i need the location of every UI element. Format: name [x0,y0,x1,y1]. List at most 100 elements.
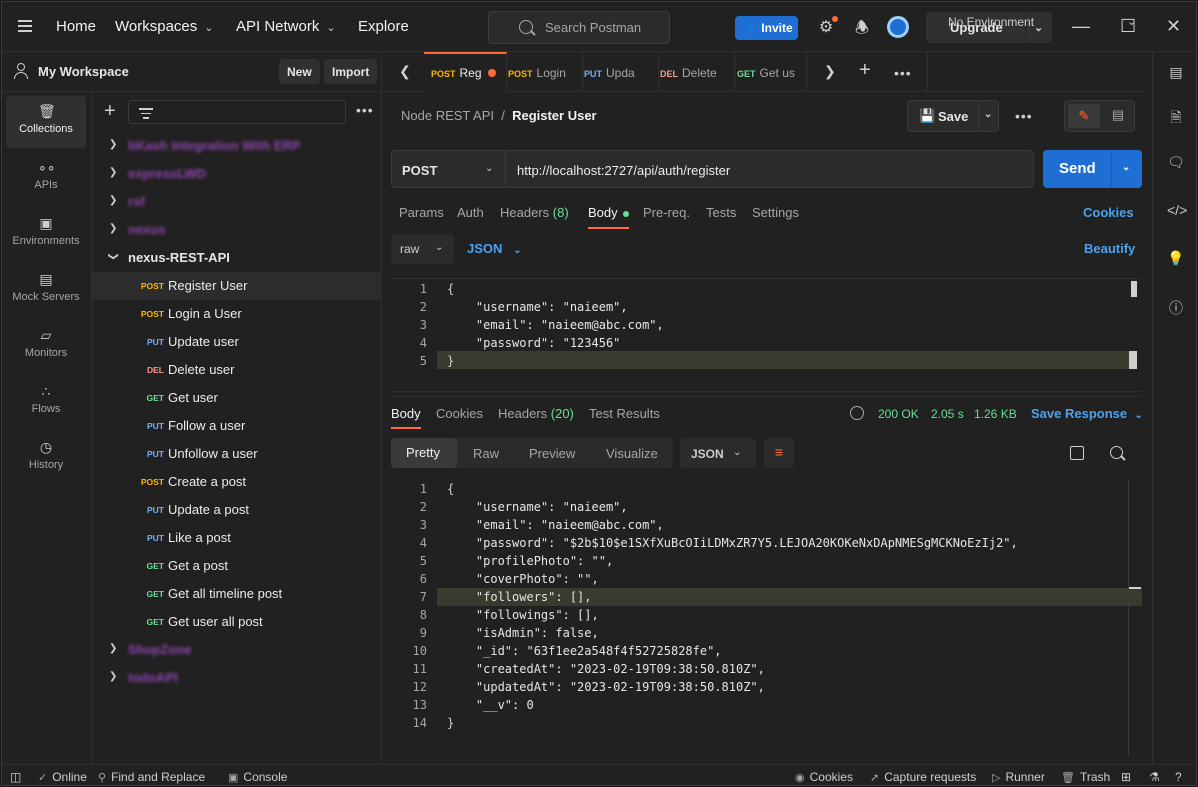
chevron-down-icon[interactable]: ⌄ [984,109,992,120]
tabs-more-icon[interactable]: ••• [894,65,912,81]
collection-item[interactable]: ❯ bKash Integration With ERP [92,132,382,160]
rail-history[interactable]: ◷ History [6,432,86,484]
rail-environments[interactable]: ▣ Environments [6,208,86,260]
layout-icon[interactable]: ⊞ [1121,770,1131,784]
environment-quicklook-icon[interactable]: ▤ [1167,64,1185,82]
view-raw[interactable]: Raw [473,446,499,461]
chevron-down-icon[interactable]: ⌄ [1127,15,1136,28]
tab-get[interactable]: GET Get us [735,52,807,92]
minimize-icon[interactable]: — [1072,16,1090,37]
invite-button[interactable]: 👤 Invite [735,16,798,40]
new-button[interactable]: New [279,59,320,84]
response-tab-body[interactable]: Body [391,406,421,429]
nav-home[interactable]: Home [56,18,96,35]
console-button[interactable]: ▣ Console [228,770,287,784]
method-select[interactable]: POST ⌄ [391,150,506,188]
cookies-button[interactable]: ◉ Cookies [795,770,853,784]
request-item[interactable]: GET Get user all post [92,608,382,636]
url-input[interactable]: http://localhost:2727/api/auth/register [506,150,1034,188]
request-item[interactable]: POST Create a post [92,468,382,496]
rail-monitors[interactable]: ▱ Monitors [6,320,86,372]
response-language-select[interactable]: JSON ⌄ [680,438,756,468]
response-tab-headers[interactable]: Headers (20) [498,406,574,421]
request-item[interactable]: PUT Follow a user [92,412,382,440]
send-button[interactable]: Send ⌄ [1043,150,1142,188]
save-response-button[interactable]: Save Response ⌄ [1031,406,1143,421]
collection-item[interactable]: ❯ nexus [92,216,382,244]
comments-icon[interactable]: 🗨 [1167,154,1185,172]
tab-delete[interactable]: DEL Delete [659,52,735,92]
tab-login[interactable]: POST Login [507,52,583,92]
tab-body[interactable]: Body [588,205,629,229]
request-item[interactable]: GET Get all timeline post [92,580,382,608]
tab-headers[interactable]: Headers (8) [500,205,569,220]
tab-settings[interactable]: Settings [752,205,799,220]
chevron-down-icon[interactable]: ⌄ [1122,162,1130,173]
tab-tests[interactable]: Tests [706,205,736,220]
breadcrumb-parent[interactable]: Node REST API [401,108,494,123]
bell-icon[interactable]: 🕭 [852,17,872,37]
request-item[interactable]: DEL Delete user [92,356,382,384]
capture-requests-button[interactable]: ➚ Capture requests [870,770,976,784]
more-options-icon[interactable]: ••• [356,102,374,118]
cookies-link[interactable]: Cookies [1083,205,1134,220]
request-body-editor[interactable]: 1 2 3 4 5 { "username": "naieem", "email… [391,278,1142,392]
request-item[interactable]: GET Get a post [92,552,382,580]
chevron-right-icon[interactable]: ❯ [824,63,836,80]
collection-item[interactable]: ❯ ShopZone [92,636,382,664]
collection-item[interactable]: ❯ rsf [92,188,382,216]
pencil-edit-icon[interactable]: ✎ [1068,104,1100,128]
nav-workspaces[interactable]: Workspaces ⌄ [115,18,213,35]
online-status[interactable]: ✓ Online [38,770,87,784]
tab-prereq[interactable]: Pre-req. [643,205,690,220]
close-icon[interactable]: ✕ [1166,16,1181,37]
rail-apis[interactable]: ∘∘ APIs [6,152,86,204]
request-item[interactable]: GET Get user [92,384,382,412]
collection-search-input[interactable] [128,100,346,124]
body-language-select[interactable]: JSON ⌄ [467,241,522,256]
wrap-lines-icon[interactable]: ≡ [764,438,794,468]
toggle-sidebar-icon[interactable]: ◫ [10,770,21,784]
view-visualize[interactable]: Visualize [606,446,658,461]
rail-flows[interactable]: ∴ Flows [6,376,86,428]
rail-collections[interactable]: 🗑 Collections [6,96,86,148]
import-button[interactable]: Import [324,59,378,84]
search-icon[interactable] [1110,446,1123,459]
bootcamp-icon[interactable]: ⚗ [1149,770,1160,784]
comment-view-icon[interactable]: ▤ [1105,107,1131,123]
new-tab-icon[interactable]: + [859,59,871,82]
request-item[interactable]: PUT Unfollow a user [92,440,382,468]
request-more-icon[interactable]: ••• [1015,108,1033,124]
avatar[interactable] [887,16,909,38]
view-pretty[interactable]: Pretty [391,438,457,468]
info-icon[interactable]: ⓘ [1167,298,1185,316]
breadcrumb-current[interactable]: Register User [512,108,597,123]
request-item[interactable]: PUT Update user [92,328,382,356]
global-search-input[interactable]: Search Postman [488,11,670,44]
help-icon[interactable]: ? [1175,770,1182,784]
request-item[interactable]: PUT Like a post [92,524,382,552]
response-tab-cookies[interactable]: Cookies [436,406,483,421]
tab-update[interactable]: PUT Upda [583,52,659,92]
status-code[interactable]: 200 OK [878,407,919,421]
tab-params[interactable]: Params [399,205,444,220]
menu-icon[interactable] [18,20,32,34]
save-button[interactable]: 💾 Save ⌄ [907,100,999,132]
chevron-left-icon[interactable]: ❮ [399,63,411,80]
documentation-icon[interactable]: 🗎 [1167,107,1185,125]
runner-button[interactable]: ▷ Runner [992,770,1045,784]
trash-button[interactable]: 🗑 Trash [1061,770,1110,784]
code-icon[interactable]: </> [1167,202,1187,220]
scrollbar-track[interactable] [1128,480,1129,756]
request-item[interactable]: POST Register User [92,272,382,300]
tab-auth[interactable]: Auth [457,205,484,220]
workspace-title[interactable]: My Workspace [38,64,129,79]
response-tab-tests[interactable]: Test Results [589,406,660,421]
tab-register-user[interactable]: POST Reg [424,52,507,92]
rail-mock-servers[interactable]: ▤ Mock Servers [6,264,86,316]
nav-api-network[interactable]: API Network ⌄ [236,18,336,35]
add-collection-icon[interactable]: + [104,100,116,123]
response-time[interactable]: 2.05 s [931,407,964,421]
environment-select[interactable]: No Environment [948,15,1034,29]
request-item[interactable]: POST Login a User [92,300,382,328]
